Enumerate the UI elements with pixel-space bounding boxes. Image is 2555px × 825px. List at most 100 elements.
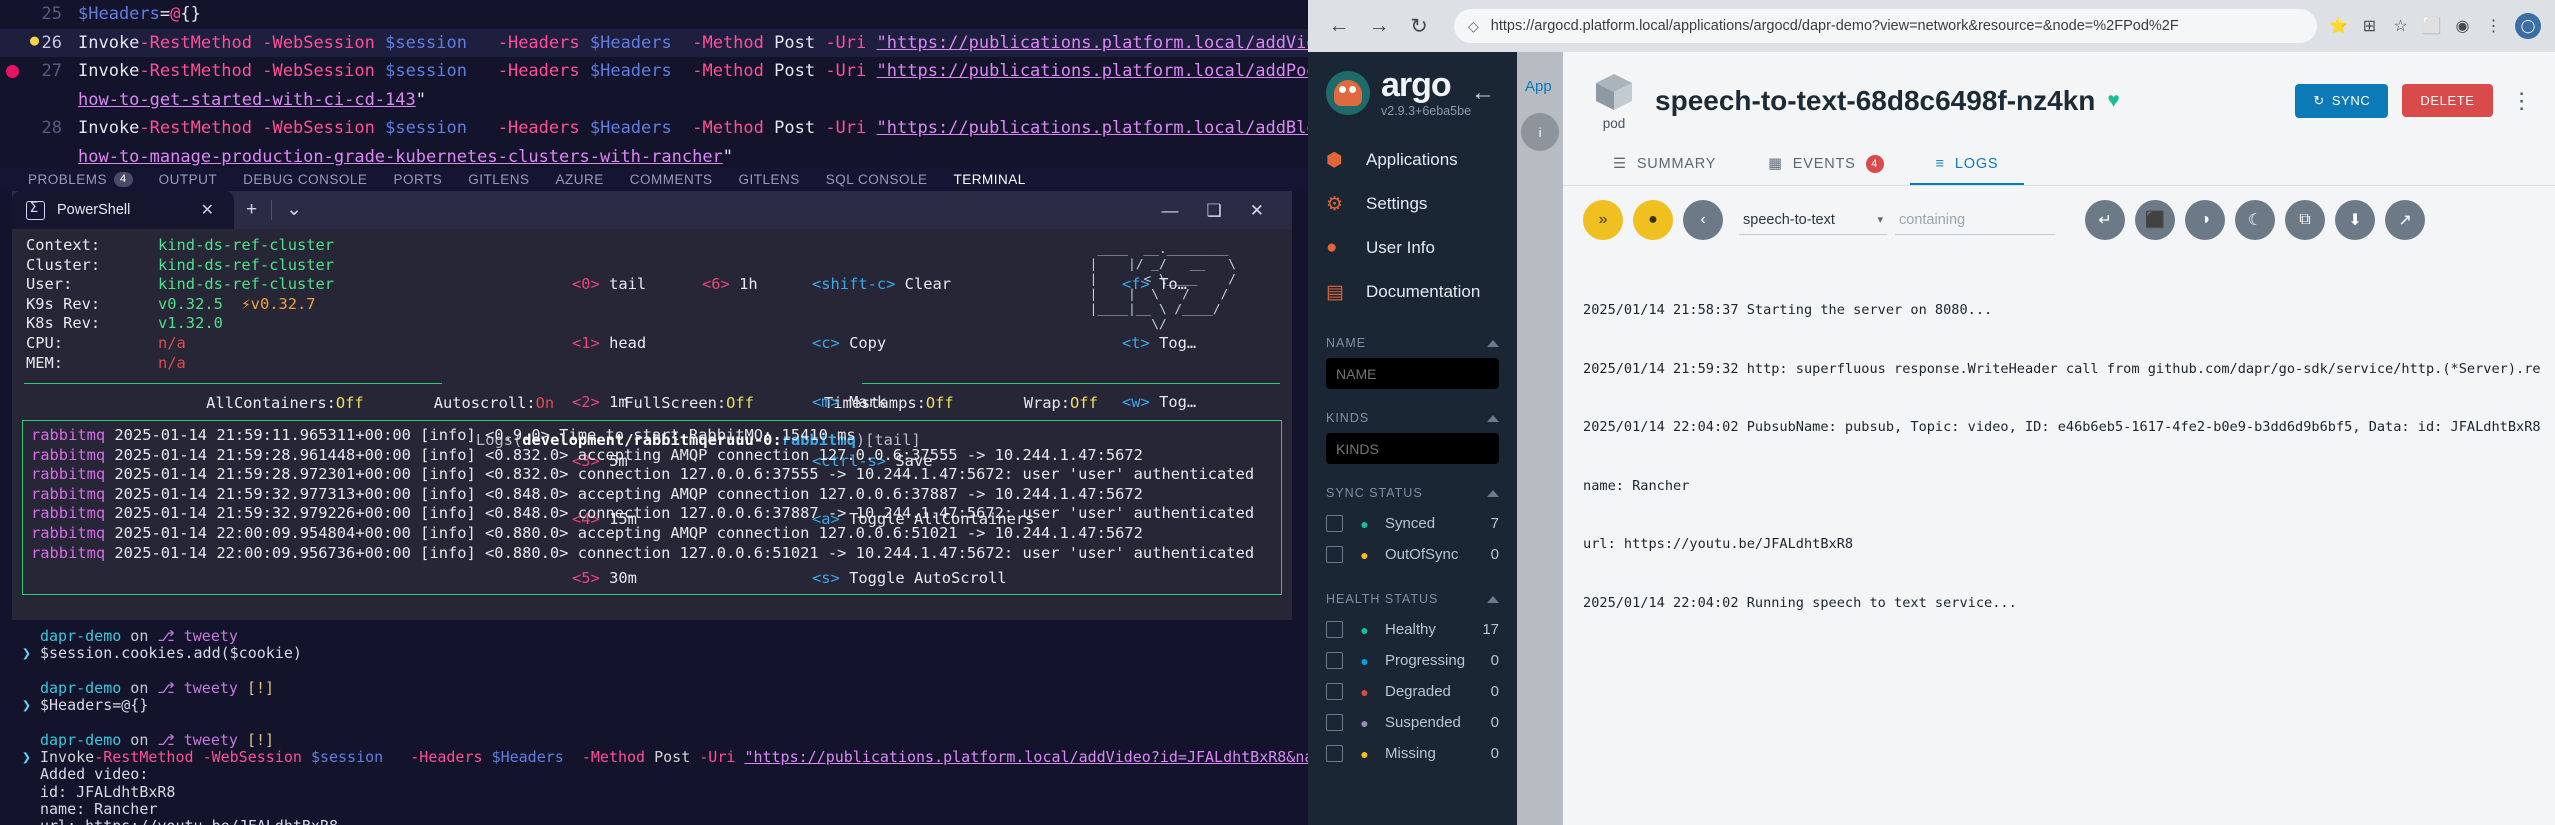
filter-row-count: 0	[1490, 652, 1500, 669]
filter-section-header[interactable]: KINDS	[1326, 397, 1500, 433]
heart-icon: ●	[1360, 621, 1369, 638]
resource-tabs[interactable]: ☰ SUMMARY ▦ EVENTS 4 ≡ LOGS	[1563, 141, 2555, 186]
checkbox[interactable]	[1326, 546, 1343, 563]
code-line[interactable]: how-to-manage-production-grade-kubernete…	[0, 143, 1308, 172]
info-icon[interactable]: i	[1521, 113, 1560, 151]
tab-summary[interactable]: ☰ SUMMARY	[1587, 142, 1742, 184]
scroll-to-bottom-button[interactable]: »	[1583, 200, 1624, 240]
panel-tab-azure-5[interactable]: AZURE	[555, 172, 603, 187]
pause-resume-button[interactable]: ●	[1633, 200, 1674, 240]
open-external-button[interactable]: ↗	[2385, 200, 2426, 240]
panel-tab-sql-console-8[interactable]: SQL CONSOLE	[826, 172, 928, 187]
container-select-value: speech-to-text	[1743, 211, 1835, 228]
sync-button[interactable]: ↻ SYNC	[2295, 83, 2389, 118]
log-filter-input[interactable]: containing	[1895, 206, 2056, 235]
show-previous-logs-button[interactable]: ⬛	[2135, 200, 2176, 240]
container-select[interactable]: speech-to-text ▾	[1739, 206, 1888, 235]
filter-row-missing[interactable]: ● Missing 0	[1326, 738, 1499, 769]
collapse-sidebar-icon[interactable]: ←	[1471, 79, 1503, 107]
copy-button[interactable]: ⧉	[2285, 200, 2326, 240]
checkbox[interactable]	[1326, 745, 1343, 762]
panel-tab-problems-0[interactable]: PROBLEMS 4	[28, 172, 133, 187]
lightbulb-icon[interactable]: ●	[30, 32, 44, 47]
filter-section-header[interactable]: SYNC STATUS	[1326, 472, 1500, 508]
close-icon[interactable]: ✕	[195, 200, 220, 220]
panel-tab-terminal-9[interactable]: TERMINAL	[954, 172, 1026, 187]
reload-icon[interactable]: ↻	[1402, 9, 1436, 43]
checkbox[interactable]	[1326, 515, 1343, 532]
breakpoint-icon[interactable]	[6, 65, 19, 78]
new-terminal-button[interactable]: +	[234, 191, 269, 229]
code-line[interactable]: how-to-get-started-with-ci-cd-143"	[0, 86, 1308, 115]
maximize-button[interactable]: ❑	[1193, 201, 1236, 221]
filter-row-synced[interactable]: ● Synced 7	[1326, 508, 1499, 539]
terminal-tab-powershell[interactable]: PowerShell ✕	[12, 191, 234, 229]
panel-tab-comments-6[interactable]: COMMENTS	[630, 172, 713, 187]
delete-button[interactable]: DELETE	[2402, 84, 2493, 117]
panel-tab-output-1[interactable]: OUTPUT	[159, 172, 218, 187]
checkbox[interactable]	[1326, 621, 1343, 638]
backdrop-overlay[interactable]: App i	[1517, 52, 1564, 825]
filter-section-title: HEALTH STATUS	[1326, 592, 1439, 606]
more-actions-icon[interactable]: ⋮	[2507, 88, 2537, 114]
timestamps-button[interactable]: ◑	[2185, 200, 2226, 240]
checkbox[interactable]	[1326, 652, 1343, 669]
forward-icon[interactable]: →	[1362, 9, 1396, 43]
code-line[interactable]: 25 $Headers=@{}	[0, 0, 1308, 29]
minimize-button[interactable]: —	[1148, 201, 1193, 221]
browser-action-icon-0[interactable]: ⭐	[2329, 17, 2349, 36]
filter-row-outofsync[interactable]: ● OutOfSync 0	[1326, 539, 1499, 570]
filter-row-healthy[interactable]: ● Healthy 17	[1326, 614, 1499, 645]
panel-tab-debug-console-2[interactable]: DEBUG CONSOLE	[243, 172, 367, 187]
browser-action-icon-1[interactable]: ⊞	[2360, 17, 2379, 36]
filter-row-degraded[interactable]: ● Degraded 0	[1326, 676, 1499, 707]
filter-section-header[interactable]: HEALTH STATUS	[1326, 578, 1500, 614]
log-output[interactable]: 2025/01/14 21:58:37 Starting the server …	[1563, 250, 2555, 625]
sidebar-item-user-info[interactable]: ● User Info	[1308, 226, 1517, 270]
browser-action-icon-2[interactable]: ☆	[2391, 17, 2410, 36]
address-bar[interactable]: ◇ https://argocd.platform.local/applicat…	[1454, 9, 2317, 43]
browser-action-icon-4[interactable]: ◉	[2453, 17, 2472, 36]
browser-action-icon-5[interactable]: ⋮	[2484, 17, 2503, 36]
chevron-up-icon[interactable]	[1487, 339, 1500, 347]
checkbox[interactable]	[1326, 714, 1343, 731]
code-line[interactable]: 28 Invoke-RestMethod -WebSession $sessio…	[0, 114, 1308, 143]
code-line[interactable]: 27 Invoke-RestMethod -WebSession $sessio…	[0, 57, 1308, 86]
filter-section-header[interactable]: NAME	[1326, 322, 1500, 358]
sidebar-item-documentation[interactable]: ▤ Documentation	[1308, 270, 1517, 314]
filter-row-progressing[interactable]: ● Progressing 0	[1326, 645, 1499, 676]
k9s-log-viewport[interactable]: rabbitmq 2025-01-14 21:59:11.965311+00:0…	[22, 420, 1282, 595]
wrap-lines-button[interactable]: ↵	[2085, 200, 2126, 240]
back-icon[interactable]: ←	[1322, 9, 1356, 43]
sidebar-item-applications[interactable]: ⬢ Applications	[1308, 138, 1517, 182]
filter-row-suspended[interactable]: ● Suspended 0	[1326, 707, 1499, 738]
k9s-status-autoscroll[interactable]: Autoscroll:On	[434, 394, 554, 416]
chevron-up-icon[interactable]	[1487, 595, 1500, 603]
panel-tab-ports-3[interactable]: PORTS	[393, 172, 442, 187]
panel-tab-gitlens-7[interactable]: GITLENS	[738, 172, 799, 187]
k9s-status-wrap[interactable]: Wrap:Off	[1024, 394, 1098, 416]
browser-action-icon-3[interactable]: ⬜	[2422, 17, 2442, 36]
panel-tab-bar[interactable]: PROBLEMS 4 OUTPUT DEBUG CONSOLE PORTS GI…	[0, 168, 1308, 191]
tab-events[interactable]: ▦ EVENTS 4	[1742, 141, 1909, 185]
breadcrumb[interactable]: App	[1517, 52, 1563, 95]
chevron-up-icon[interactable]	[1487, 489, 1500, 497]
panel-tab-label: PROBLEMS	[28, 172, 108, 187]
chevron-up-icon[interactable]	[1487, 414, 1500, 422]
previous-container-button[interactable]: ‹	[1683, 200, 1724, 240]
sidebar-item-settings[interactable]: ⚙ Settings	[1308, 182, 1517, 226]
avatar[interactable]: ◯	[2515, 13, 2541, 39]
filter-input-name[interactable]	[1326, 358, 1500, 389]
checkbox[interactable]	[1326, 683, 1343, 700]
code-editor[interactable]: 25 $Headers=@{} ● 26 Invoke-RestMethod -…	[0, 0, 1308, 195]
filter-input-kinds[interactable]	[1326, 433, 1500, 464]
download-button[interactable]: ⬇	[2335, 200, 2376, 240]
argocd-nav[interactable]: ⬢ Applications ⚙ Settings ● User Info ▤ …	[1308, 138, 1517, 314]
close-window-button[interactable]: ✕	[1236, 201, 1278, 221]
code-line[interactable]: ● 26 Invoke-RestMethod -WebSession $sess…	[0, 28, 1308, 57]
k9s-status-allcontainers[interactable]: AllContainers:Off	[206, 394, 364, 416]
dark-mode-button[interactable]: ☾	[2235, 200, 2276, 240]
chevron-down-icon[interactable]: ⌄	[274, 191, 314, 229]
panel-tab-gitlens-4[interactable]: GITLENS	[468, 172, 529, 187]
tab-logs[interactable]: ≡ LOGS	[1909, 142, 2025, 185]
